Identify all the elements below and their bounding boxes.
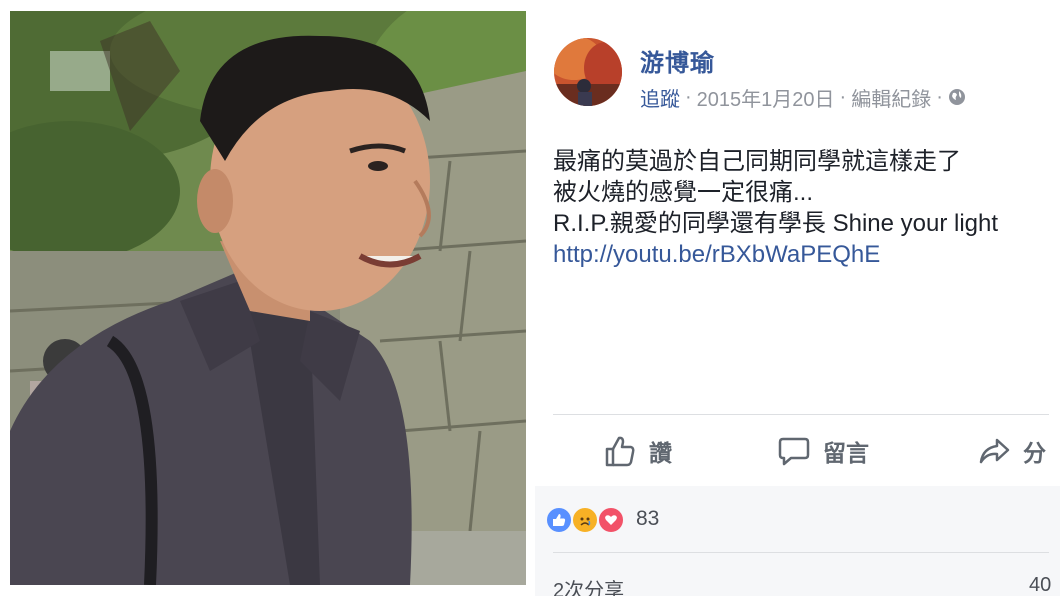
post-link[interactable]: http://youtu.be/rBXbWaPEQhE xyxy=(553,239,1053,270)
shares-count[interactable]: 2次分享 xyxy=(553,574,624,596)
reaction-count[interactable]: 83 xyxy=(636,507,659,531)
post-meta: 追蹤 · 2015年1月20日 · 編輯紀錄 · xyxy=(640,83,966,112)
comment-button[interactable]: 留言 xyxy=(777,430,869,472)
thumbs-up-icon xyxy=(605,436,635,467)
post-photo[interactable] xyxy=(10,11,526,585)
divider xyxy=(553,552,1049,553)
love-icon xyxy=(597,506,625,534)
follow-link[interactable]: 追蹤 xyxy=(640,83,680,112)
reactions-bar: 83 2次分享 40 xyxy=(535,486,1060,596)
post-text-line: 被火燒的感覺一定很痛... xyxy=(553,179,814,206)
reaction-icons[interactable] xyxy=(545,506,625,534)
share-icon xyxy=(979,438,1010,464)
comment-label: 留言 xyxy=(823,440,869,466)
divider xyxy=(553,414,1049,415)
action-bar: 讚 留言 分 xyxy=(535,420,1060,482)
share-label: 分 xyxy=(1023,440,1046,466)
comments-count[interactable]: 40 xyxy=(1029,574,1051,596)
separator-dot: · xyxy=(839,85,847,108)
separator-dot: · xyxy=(936,85,943,108)
sad-icon xyxy=(571,506,599,534)
like-icon xyxy=(545,506,573,534)
globe-icon[interactable] xyxy=(948,88,966,106)
photo-image xyxy=(10,11,526,585)
post-date[interactable]: 2015年1月20日 xyxy=(697,83,835,112)
edit-history-link[interactable]: 編輯紀錄 xyxy=(851,83,931,112)
post-text-line: R.I.P.親愛的同學還有學長 Shine your light xyxy=(553,210,999,237)
facebook-post: 游博瑜 追蹤 · 2015年1月20日 · 編輯紀錄 · 最痛的莫過於自己同期同… xyxy=(535,0,1060,596)
share-button[interactable]: 分 xyxy=(977,430,1046,472)
like-button[interactable]: 讚 xyxy=(603,430,672,472)
separator-dot: · xyxy=(685,85,692,108)
post-text-line: 最痛的莫過於自己同期同學就這樣走了 xyxy=(553,148,961,175)
avatar-image xyxy=(554,38,622,106)
post-body: 最痛的莫過於自己同期同學就這樣走了 被火燒的感覺一定很痛... R.I.P.親愛… xyxy=(553,146,1053,270)
comment-icon xyxy=(778,437,810,466)
author-avatar[interactable] xyxy=(554,38,622,106)
author-name[interactable]: 游博瑜 xyxy=(640,43,715,78)
like-label: 讚 xyxy=(649,440,672,466)
